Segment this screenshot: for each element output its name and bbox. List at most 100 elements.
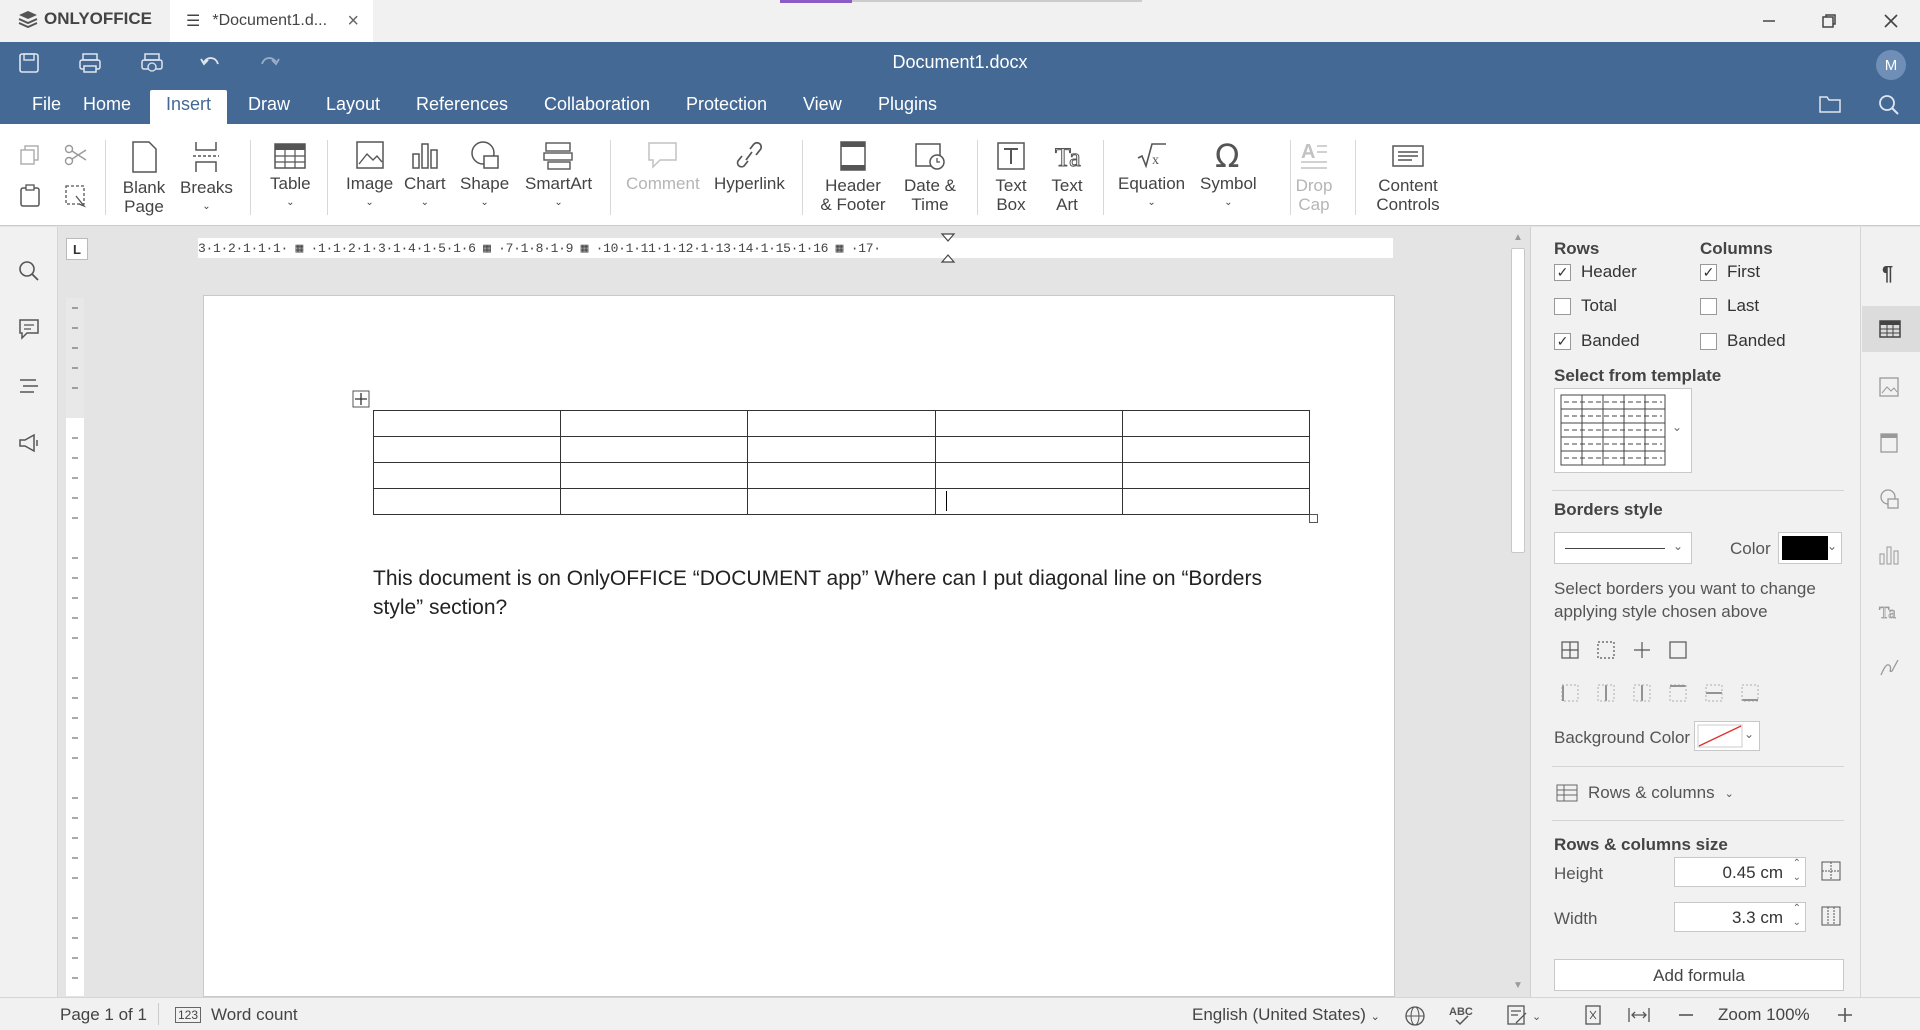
- horizontal-ruler[interactable]: 3·1·2·1·1·1· ▦ ·1·1·2·1·3·1·4·1·5·1·6 ▦ …: [198, 238, 1393, 258]
- feedback-icon[interactable]: [18, 432, 40, 454]
- zoom-out-icon[interactable]: [1676, 1004, 1696, 1026]
- table-cell[interactable]: [560, 462, 749, 489]
- border-color-picker[interactable]: ⌄: [1778, 532, 1842, 564]
- rows-total-checkbox[interactable]: Total: [1554, 296, 1617, 316]
- open-location-icon[interactable]: [1818, 94, 1842, 114]
- spellcheck-icon[interactable]: ABC: [1448, 1003, 1474, 1027]
- table-settings-icon[interactable]: [1878, 318, 1902, 340]
- shape-settings-icon[interactable]: [1878, 488, 1900, 510]
- image-settings-icon[interactable]: [1878, 376, 1900, 398]
- table-cell[interactable]: [1121, 436, 1311, 463]
- chart-settings-icon[interactable]: [1878, 544, 1900, 566]
- text-art-settings-icon[interactable]: Ta: [1878, 600, 1900, 622]
- ruler-indent-marker[interactable]: [940, 232, 956, 264]
- rows-header-checkbox[interactable]: ✓ Header: [1554, 262, 1637, 282]
- track-changes-icon[interactable]: ⌄: [1506, 1003, 1546, 1027]
- table-cell[interactable]: [372, 488, 562, 515]
- user-avatar[interactable]: M: [1876, 50, 1906, 80]
- find-icon[interactable]: [18, 260, 40, 282]
- select-all-icon[interactable]: [64, 184, 88, 208]
- smartart-button[interactable]: SmartArt ⌄: [525, 140, 592, 212]
- background-color-picker[interactable]: ⌄: [1694, 721, 1760, 751]
- table-cell[interactable]: [747, 410, 936, 437]
- tab-stop-selector[interactable]: L: [66, 238, 88, 260]
- height-input[interactable]: 0.45 cm ⌃ ⌄: [1674, 857, 1806, 887]
- table-cell[interactable]: [560, 410, 749, 437]
- table-cell[interactable]: [560, 488, 749, 515]
- table-cell[interactable]: [1121, 410, 1311, 437]
- paragraph-settings-icon[interactable]: ¶: [1878, 262, 1900, 284]
- restore-button[interactable]: [1800, 4, 1858, 38]
- document-page[interactable]: [203, 295, 1395, 997]
- breaks-button[interactable]: Breaks ⌄: [180, 140, 233, 216]
- language-select[interactable]: English (United States) ⌄: [1192, 1005, 1380, 1025]
- copy-icon[interactable]: [19, 144, 41, 166]
- tab-draw[interactable]: Draw: [232, 90, 306, 124]
- search-header-icon[interactable]: [1878, 94, 1900, 116]
- fit-width-icon[interactable]: [1627, 1004, 1651, 1026]
- table-cell[interactable]: [1121, 488, 1311, 515]
- chart-button[interactable]: Chart ⌄: [404, 140, 446, 212]
- close-window-button[interactable]: [1862, 4, 1920, 38]
- equation-button[interactable]: x Equation ⌄: [1118, 140, 1185, 212]
- image-button[interactable]: Image ⌄: [346, 140, 393, 212]
- header-footer-settings-icon[interactable]: [1878, 432, 1900, 454]
- border-width-select[interactable]: ⌄: [1554, 532, 1692, 564]
- tab-view[interactable]: View: [787, 90, 858, 124]
- cut-icon[interactable]: [64, 144, 88, 166]
- signature-settings-icon[interactable]: [1878, 656, 1900, 678]
- tab-collaboration[interactable]: Collaboration: [528, 90, 666, 124]
- hyperlink-button[interactable]: Hyperlink: [714, 140, 785, 193]
- columns-banded-checkbox[interactable]: Banded: [1700, 331, 1786, 351]
- table-cell[interactable]: [560, 436, 749, 463]
- tab-home[interactable]: Home: [67, 90, 147, 124]
- paste-icon[interactable]: [19, 184, 41, 208]
- table-cell[interactable]: [747, 462, 936, 489]
- language-globe-icon[interactable]: [1404, 1005, 1426, 1027]
- drop-cap-button[interactable]: A Drop Cap: [1294, 140, 1334, 214]
- tab-protection[interactable]: Protection: [670, 90, 783, 124]
- checkbox-checked[interactable]: ✓: [1700, 263, 1717, 281]
- zoom-level[interactable]: Zoom 100%: [1718, 1005, 1810, 1025]
- date-time-button[interactable]: Date & Time: [900, 140, 960, 214]
- tab-layout[interactable]: Layout: [310, 90, 396, 124]
- columns-last-checkbox[interactable]: Last: [1700, 296, 1759, 316]
- table-cell[interactable]: [934, 410, 1123, 437]
- checkbox-unchecked[interactable]: [1700, 332, 1717, 350]
- tab-references[interactable]: References: [400, 90, 524, 124]
- document-table[interactable]: [372, 410, 1311, 515]
- comment-button[interactable]: Comment: [626, 140, 700, 193]
- table-resize-handle[interactable]: [1309, 514, 1318, 523]
- text-art-button[interactable]: Ta Text Art: [1046, 140, 1088, 215]
- shape-button[interactable]: Shape ⌄: [460, 140, 509, 212]
- comments-icon[interactable]: [18, 318, 40, 340]
- page-counter[interactable]: Page 1 of 1: [60, 1005, 147, 1025]
- columns-first-checkbox[interactable]: ✓ First: [1700, 262, 1760, 282]
- scroll-down-icon[interactable]: ▼: [1513, 980, 1523, 991]
- table-button[interactable]: Table ⌄: [270, 140, 311, 212]
- text-box-button[interactable]: Text Box: [990, 140, 1032, 214]
- scrollbar-thumb[interactable]: [1511, 248, 1525, 553]
- rows-columns-dropdown[interactable]: Rows & columns ⌄: [1556, 783, 1734, 803]
- table-cell[interactable]: [747, 436, 936, 463]
- table-cell[interactable]: [934, 462, 1123, 489]
- navigation-icon[interactable]: [18, 375, 40, 397]
- checkbox-checked[interactable]: ✓: [1554, 263, 1571, 281]
- table-cell[interactable]: [372, 462, 562, 489]
- table-cell[interactable]: [1121, 462, 1311, 489]
- blank-page-button[interactable]: Blank Page: [122, 140, 166, 216]
- rows-banded-checkbox[interactable]: ✓ Banded: [1554, 331, 1640, 351]
- distribute-rows-icon[interactable]: [1820, 860, 1842, 882]
- fit-page-icon[interactable]: [1582, 1004, 1604, 1026]
- distribute-columns-icon[interactable]: [1820, 905, 1842, 927]
- table-cell[interactable]: [747, 488, 936, 515]
- tab-plugins[interactable]: Plugins: [862, 90, 953, 124]
- word-count-button[interactable]: 123 Word count: [175, 1005, 298, 1025]
- tab-insert[interactable]: Insert: [150, 90, 228, 124]
- vertical-ruler[interactable]: [66, 298, 84, 996]
- template-dropdown-icon[interactable]: ⌄: [1672, 420, 1682, 434]
- checkbox-unchecked[interactable]: [1700, 297, 1717, 315]
- minimize-button[interactable]: [1740, 4, 1798, 38]
- hamburger-icon[interactable]: ☰: [186, 11, 200, 31]
- table-cell[interactable]: [934, 488, 1123, 515]
